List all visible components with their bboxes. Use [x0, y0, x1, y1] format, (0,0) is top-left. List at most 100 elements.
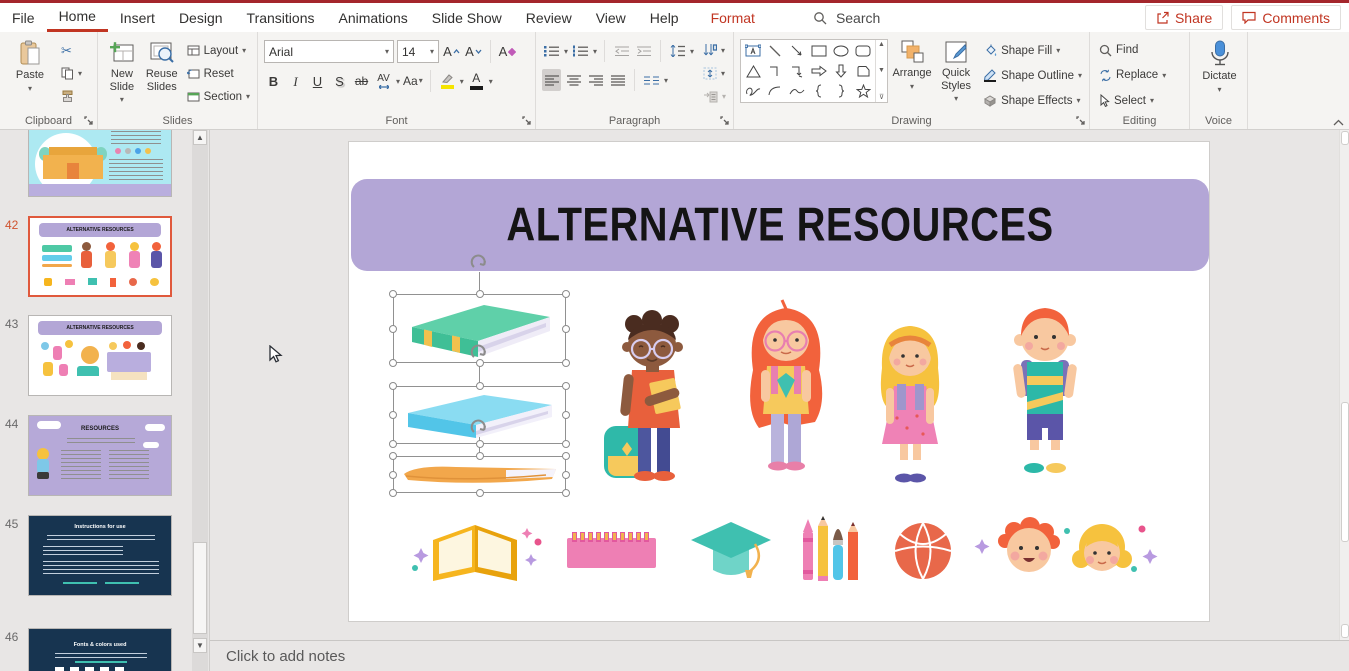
- shape-gallery-up[interactable]: ▲: [878, 41, 885, 48]
- shape-oval-icon[interactable]: [830, 41, 852, 61]
- shape-triangle-icon[interactable]: [742, 61, 764, 81]
- slide-canvas[interactable]: ALTERNATIVE RESOURCES: [348, 141, 1210, 622]
- align-right-button[interactable]: [586, 69, 605, 91]
- thumbnail-scroll-down[interactable]: ▼: [193, 638, 207, 653]
- illustration-boy-glasses[interactable]: [594, 308, 709, 493]
- art-supplies-icon[interactable]: [801, 514, 863, 589]
- numbering-button[interactable]: [571, 40, 590, 62]
- align-center-button[interactable]: [564, 69, 583, 91]
- dictate-dropdown[interactable]: ▾: [1217, 85, 1221, 94]
- selection-handle[interactable]: [389, 325, 397, 333]
- selection-handle[interactable]: [476, 382, 484, 390]
- align-text-button[interactable]: ▾: [700, 63, 729, 84]
- selection-handle[interactable]: [389, 452, 397, 460]
- text-shadow-button[interactable]: S: [330, 70, 349, 92]
- new-slide-dropdown[interactable]: ▾: [120, 95, 124, 104]
- shape-scribble-icon[interactable]: [742, 81, 764, 101]
- kids-faces-icon[interactable]: [974, 517, 1164, 582]
- shape-left-brace-icon[interactable]: [808, 81, 830, 101]
- rotation-handle[interactable]: [470, 254, 489, 273]
- selection-handle[interactable]: [476, 440, 484, 448]
- reuse-slides-button[interactable]: Reuse Slides: [144, 37, 180, 111]
- selection-handle[interactable]: [562, 471, 570, 479]
- italic-button[interactable]: I: [286, 70, 305, 92]
- selection-handle[interactable]: [389, 440, 397, 448]
- shape-arrow-icon[interactable]: [786, 41, 808, 61]
- grow-font-button[interactable]: A: [442, 41, 461, 63]
- shape-textbox-icon[interactable]: [742, 41, 764, 61]
- shape-arc-icon[interactable]: [764, 81, 786, 101]
- text-direction-button[interactable]: ▾: [700, 40, 729, 61]
- workspace-scroll-up[interactable]: [1341, 131, 1349, 145]
- graduation-cap-icon[interactable]: [687, 514, 775, 586]
- justify-button[interactable]: [608, 69, 627, 91]
- shape-corner-icon[interactable]: [852, 61, 874, 81]
- share-button[interactable]: Share: [1145, 5, 1223, 30]
- shape-elbow-arrow-icon[interactable]: [786, 61, 808, 81]
- increase-indent-button[interactable]: [634, 40, 653, 62]
- section-button[interactable]: Section▾: [184, 86, 253, 107]
- underline-button[interactable]: U: [308, 70, 327, 92]
- find-button[interactable]: Find: [1096, 40, 1169, 60]
- selection-handle[interactable]: [476, 290, 484, 298]
- convert-smartart-button[interactable]: ▾: [700, 86, 729, 107]
- replace-button[interactable]: Replace▾: [1096, 65, 1169, 85]
- shape-right-brace-icon[interactable]: [830, 81, 852, 101]
- arrange-dropdown[interactable]: ▾: [910, 82, 914, 91]
- selection-box-orange-book[interactable]: [393, 456, 566, 493]
- tab-review[interactable]: Review: [514, 6, 584, 31]
- comments-button[interactable]: Comments: [1231, 5, 1341, 30]
- open-book-icon[interactable]: [411, 514, 546, 586]
- thumbnail-scroll-thumb[interactable]: [193, 542, 207, 634]
- illustration-girl-redhair[interactable]: [727, 298, 845, 488]
- paragraph-dialog-launcher[interactable]: [720, 116, 729, 125]
- shape-rounded-rectangle-icon[interactable]: [852, 41, 874, 61]
- shape-fill-button[interactable]: Shape Fill▾: [980, 40, 1085, 61]
- bullets-button[interactable]: [542, 40, 561, 62]
- selection-handle[interactable]: [562, 382, 570, 390]
- tab-animations[interactable]: Animations: [326, 6, 419, 31]
- shape-gallery-down[interactable]: ▼: [878, 67, 885, 74]
- workspace-scroll-thumb[interactable]: [1341, 402, 1349, 542]
- align-left-button[interactable]: [542, 69, 561, 91]
- selection-handle[interactable]: [562, 290, 570, 298]
- tab-help[interactable]: Help: [638, 6, 691, 31]
- quick-styles-dropdown[interactable]: ▾: [954, 94, 958, 103]
- tab-view[interactable]: View: [584, 6, 638, 31]
- layout-button[interactable]: Layout▾: [184, 40, 253, 61]
- tab-slideshow[interactable]: Slide Show: [420, 6, 514, 31]
- shape-curve-icon[interactable]: [786, 81, 808, 101]
- illustration-boy-backpack[interactable]: [987, 298, 1102, 490]
- thumbnail-scroll-up[interactable]: ▲: [193, 130, 207, 145]
- tab-file[interactable]: File: [0, 6, 47, 31]
- highlight-color-button[interactable]: [438, 70, 457, 92]
- ruler-icon[interactable]: [564, 524, 659, 574]
- font-color-button[interactable]: A: [467, 70, 486, 92]
- columns-button[interactable]: [642, 69, 661, 91]
- selection-handle[interactable]: [389, 471, 397, 479]
- thumbnail-scrollbar[interactable]: ▲ ▼: [192, 130, 208, 671]
- shape-elbow-icon[interactable]: [764, 61, 786, 81]
- selection-handle[interactable]: [476, 489, 484, 497]
- paste-dropdown[interactable]: ▾: [28, 84, 32, 93]
- copy-button[interactable]: ▾: [58, 63, 85, 84]
- selection-handle[interactable]: [562, 440, 570, 448]
- shape-line-icon[interactable]: [764, 41, 786, 61]
- tab-design[interactable]: Design: [167, 6, 235, 31]
- select-button[interactable]: Select▾: [1096, 91, 1169, 111]
- selection-handle[interactable]: [389, 359, 397, 367]
- font-dialog-launcher[interactable]: [522, 116, 531, 125]
- shape-star-icon[interactable]: [852, 81, 874, 101]
- shape-right-arrow-icon[interactable]: [808, 61, 830, 81]
- collapse-ribbon-button[interactable]: [1333, 119, 1344, 126]
- workspace-scroll-down[interactable]: [1341, 624, 1349, 638]
- change-case-button[interactable]: Aa▾: [403, 70, 423, 92]
- shrink-font-button[interactable]: A: [464, 41, 483, 63]
- rotation-handle[interactable]: [470, 344, 489, 363]
- dictate-button[interactable]: Dictate ▾: [1196, 37, 1243, 111]
- shape-gallery[interactable]: ▲ ▼ ⊽: [740, 39, 888, 103]
- basketball-icon[interactable]: [892, 520, 954, 582]
- line-spacing-button[interactable]: [668, 40, 687, 62]
- selection-handle[interactable]: [562, 411, 570, 419]
- selection-handle[interactable]: [389, 411, 397, 419]
